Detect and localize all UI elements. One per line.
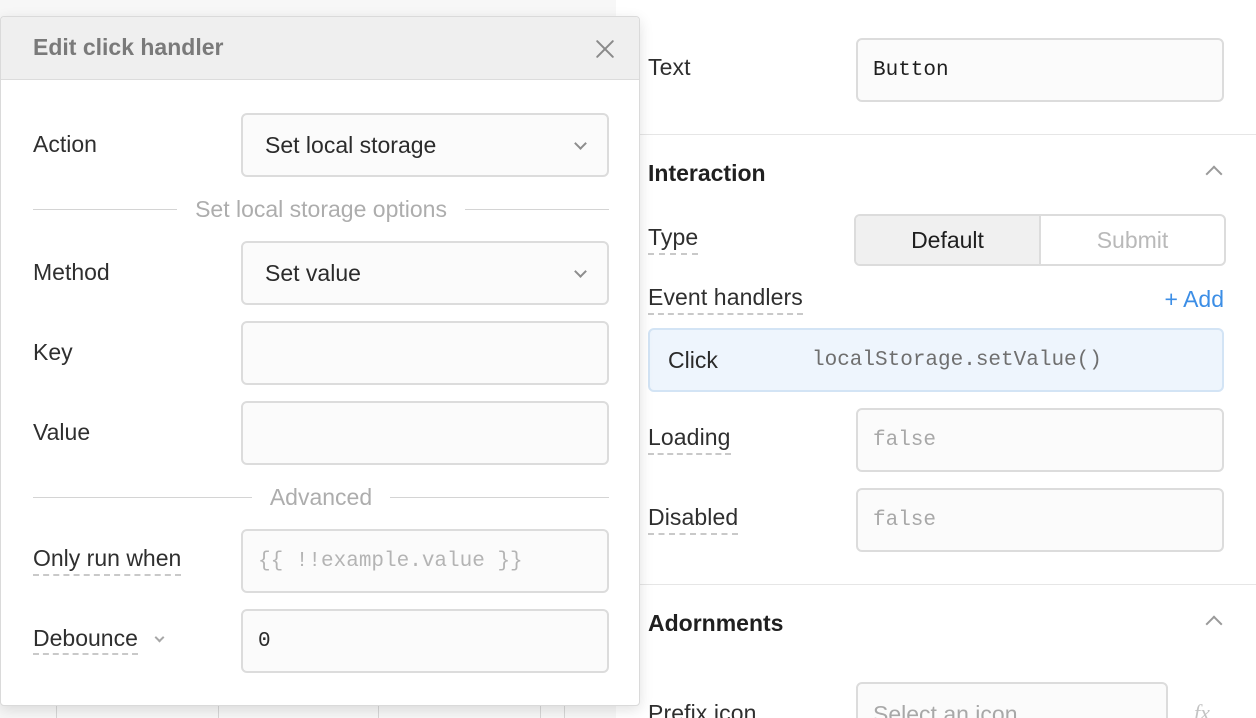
method-select[interactable]: Set value xyxy=(241,241,609,305)
inspector-panel: Text Button Interaction Type Default Sub… xyxy=(616,0,1256,718)
action-select[interactable]: Set local storage xyxy=(241,113,609,177)
adornments-section-title[interactable]: Adornments xyxy=(648,610,783,637)
fx-icon[interactable]: fx xyxy=(1194,700,1210,718)
collapse-adornments-icon[interactable] xyxy=(1205,615,1223,633)
only-run-when-input[interactable]: {{ !!example.value }} xyxy=(241,529,609,593)
debounce-label: Debounce xyxy=(33,625,138,655)
divider-line xyxy=(33,208,178,210)
modal-title: Edit click handler xyxy=(33,34,224,60)
advanced-divider: Advanced xyxy=(33,483,609,510)
options-heading: Set local storage options xyxy=(195,195,447,222)
method-label: Method xyxy=(33,259,110,285)
chevron-down-icon xyxy=(154,632,165,643)
chevron-down-icon xyxy=(574,265,587,278)
type-segmented-control[interactable]: Default Submit xyxy=(854,214,1226,266)
text-label: Text xyxy=(648,54,691,80)
close-icon[interactable] xyxy=(593,37,617,61)
debounce-input[interactable]: 0 xyxy=(241,609,609,673)
chevron-down-icon xyxy=(574,137,587,150)
key-label: Key xyxy=(33,339,73,365)
edit-click-handler-modal: Edit click handler Action Set local stor… xyxy=(0,16,640,706)
prefix-icon-label: Prefix icon xyxy=(648,700,757,718)
loading-input[interactable]: false xyxy=(856,408,1224,472)
prefix-icon-select[interactable]: Select an icon xyxy=(856,682,1168,718)
type-option-default[interactable]: Default xyxy=(856,216,1041,264)
text-input[interactable]: Button xyxy=(856,38,1224,102)
key-input[interactable] xyxy=(241,321,609,385)
handler-action: localStorage.setValue() xyxy=(812,348,1102,372)
disabled-input[interactable]: false xyxy=(856,488,1224,552)
options-divider: Set local storage options xyxy=(33,195,610,222)
event-handler-item[interactable]: Click localStorage.setValue() xyxy=(648,328,1224,392)
add-label: + Add xyxy=(1164,286,1224,312)
value-label: Value xyxy=(33,419,91,445)
only-run-when-label: Only run when xyxy=(33,545,182,576)
event-handlers-label: Event handlers xyxy=(648,284,803,315)
disabled-label: Disabled xyxy=(648,504,739,535)
handler-event: Click xyxy=(668,346,718,373)
divider-line xyxy=(390,496,609,498)
section-divider xyxy=(640,584,1256,585)
event-handlers-row: Event handlers xyxy=(648,284,1224,315)
loading-label: Loading xyxy=(648,424,731,455)
divider-line xyxy=(33,496,252,498)
add-event-handler-button[interactable]: + Add xyxy=(1165,286,1224,313)
collapse-interaction-icon[interactable] xyxy=(1205,165,1223,183)
interaction-section-title[interactable]: Interaction xyxy=(648,160,766,187)
action-select-value: Set local storage xyxy=(265,131,437,158)
action-label: Action xyxy=(33,131,97,157)
modal-header: Edit click handler xyxy=(1,17,639,80)
divider-line xyxy=(464,208,610,210)
section-divider xyxy=(640,134,1256,135)
type-option-submit[interactable]: Submit xyxy=(1041,216,1224,264)
type-label: Type xyxy=(648,224,699,255)
advanced-heading: Advanced xyxy=(269,483,373,510)
value-input[interactable] xyxy=(241,401,609,465)
method-select-value: Set value xyxy=(265,259,361,286)
debounce-label-wrap[interactable]: Debounce xyxy=(33,625,165,655)
